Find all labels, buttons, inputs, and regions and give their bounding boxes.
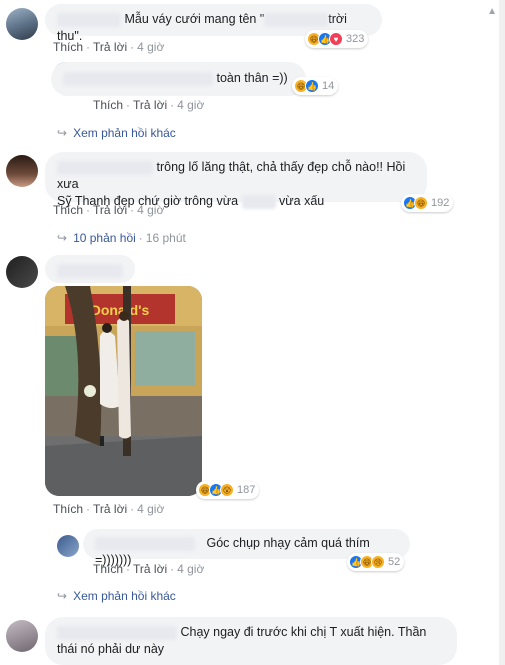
comment-actions: Thích · Trả lời · 4 giờ [53,40,165,54]
comment-actions: Thích · Trả lời · 4 giờ [93,98,205,112]
timestamp[interactable]: 4 giờ [177,562,204,576]
reply-arrow-icon: ↪ [57,126,68,140]
comment-text: Chạy ngay đi trước khi chị T xuất hiện. … [180,625,427,639]
replies-count[interactable]: ↪ 10 phản hồi · 16 phút [57,231,186,245]
view-more-label: Xem phản hồi khác [73,589,176,603]
view-more-label: Xem phản hồi khác [73,126,176,140]
comment-actions: Thích · Trả lời · 4 giờ [53,203,165,217]
reply-link[interactable]: Trả lời [133,562,167,576]
redacted-text [241,194,276,209]
timestamp[interactable]: 4 giờ [137,203,164,217]
reply-link[interactable]: Trả lời [93,203,127,217]
comment-bubble: Chạy ngay đi trước khi chị T xuất hiện. … [45,617,457,665]
redacted-name [95,536,195,551]
reaction-summary[interactable]: 😆 👍 ♥ 323 [305,30,369,48]
avatar[interactable] [6,620,38,652]
love-icon: ♥ [329,32,343,46]
timestamp[interactable]: 16 phút [146,231,186,245]
haha-icon: 😆 [414,196,428,210]
comment-photo[interactable]: Donald's [45,286,202,496]
sad-icon: 😢 [371,555,385,569]
reply-link[interactable]: Trả lời [133,98,167,112]
like-link[interactable]: Thích [93,98,123,112]
reaction-count: 187 [237,484,256,496]
timestamp[interactable]: 4 giờ [137,40,164,54]
comment-text: Mẫu váy cưới mang tên " [124,12,265,26]
replies-count-label: 10 phản hồi [73,231,136,245]
reaction-count: 52 [388,556,401,568]
redacted-name [57,160,153,175]
redacted-name [57,625,177,640]
reaction-count: 14 [322,80,335,92]
reply-link[interactable]: Trả lời [93,502,127,516]
avatar[interactable] [6,155,38,187]
reaction-count: 192 [431,197,450,209]
reaction-summary[interactable]: 👍 😆 192 [401,194,454,212]
comment-text: vừa xấu [279,194,325,208]
redacted-name [57,12,121,27]
wedding-photo-image: Donald's [45,286,202,496]
like-link[interactable]: Thích [53,40,83,54]
comment-text: thái nó phải dư này [57,642,165,656]
like-link[interactable]: Thích [93,562,123,576]
commenter-name-bubble [45,255,135,283]
caret-up-icon[interactable]: ▲ [487,6,497,17]
like-icon: 👍 [305,79,319,93]
avatar[interactable] [57,535,79,557]
view-more-replies[interactable]: ↪ Xem phản hồi khác [57,126,176,140]
reply-arrow-icon: ↪ [57,231,68,245]
timestamp[interactable]: 4 giờ [177,98,204,112]
avatar[interactable] [6,8,38,40]
comment-actions: Thích · Trả lời · 4 giờ [93,562,205,576]
timestamp[interactable]: 4 giờ [137,502,164,516]
redacted-text [264,12,329,27]
wow-icon: 😮 [220,483,234,497]
scrollbar[interactable] [499,0,505,665]
comment-text: toàn thân =)) [216,71,288,85]
comment-bubble: trông lố lăng thật, chả thấy đẹp chỗ nào… [45,152,427,209]
reaction-summary[interactable]: 😆 👍 14 [292,77,339,95]
like-link[interactable]: Thích [53,502,83,516]
reaction-summary[interactable]: 👍 😆 😢 52 [347,553,405,571]
comment-bubble: toàn thân =)) [51,62,306,96]
redacted-text [63,71,213,86]
reply-arrow-icon: ↪ [57,589,68,603]
view-more-replies[interactable]: ↪ Xem phản hồi khác [57,589,176,603]
comment-actions: Thích · Trả lời · 4 giờ [53,502,165,516]
like-link[interactable]: Thích [53,203,83,217]
avatar[interactable] [6,256,38,288]
redacted-name [57,263,123,278]
reaction-summary[interactable]: 😆 👍 😮 187 [196,481,260,499]
reply-link[interactable]: Trả lời [93,40,127,54]
reaction-count: 323 [346,33,365,45]
